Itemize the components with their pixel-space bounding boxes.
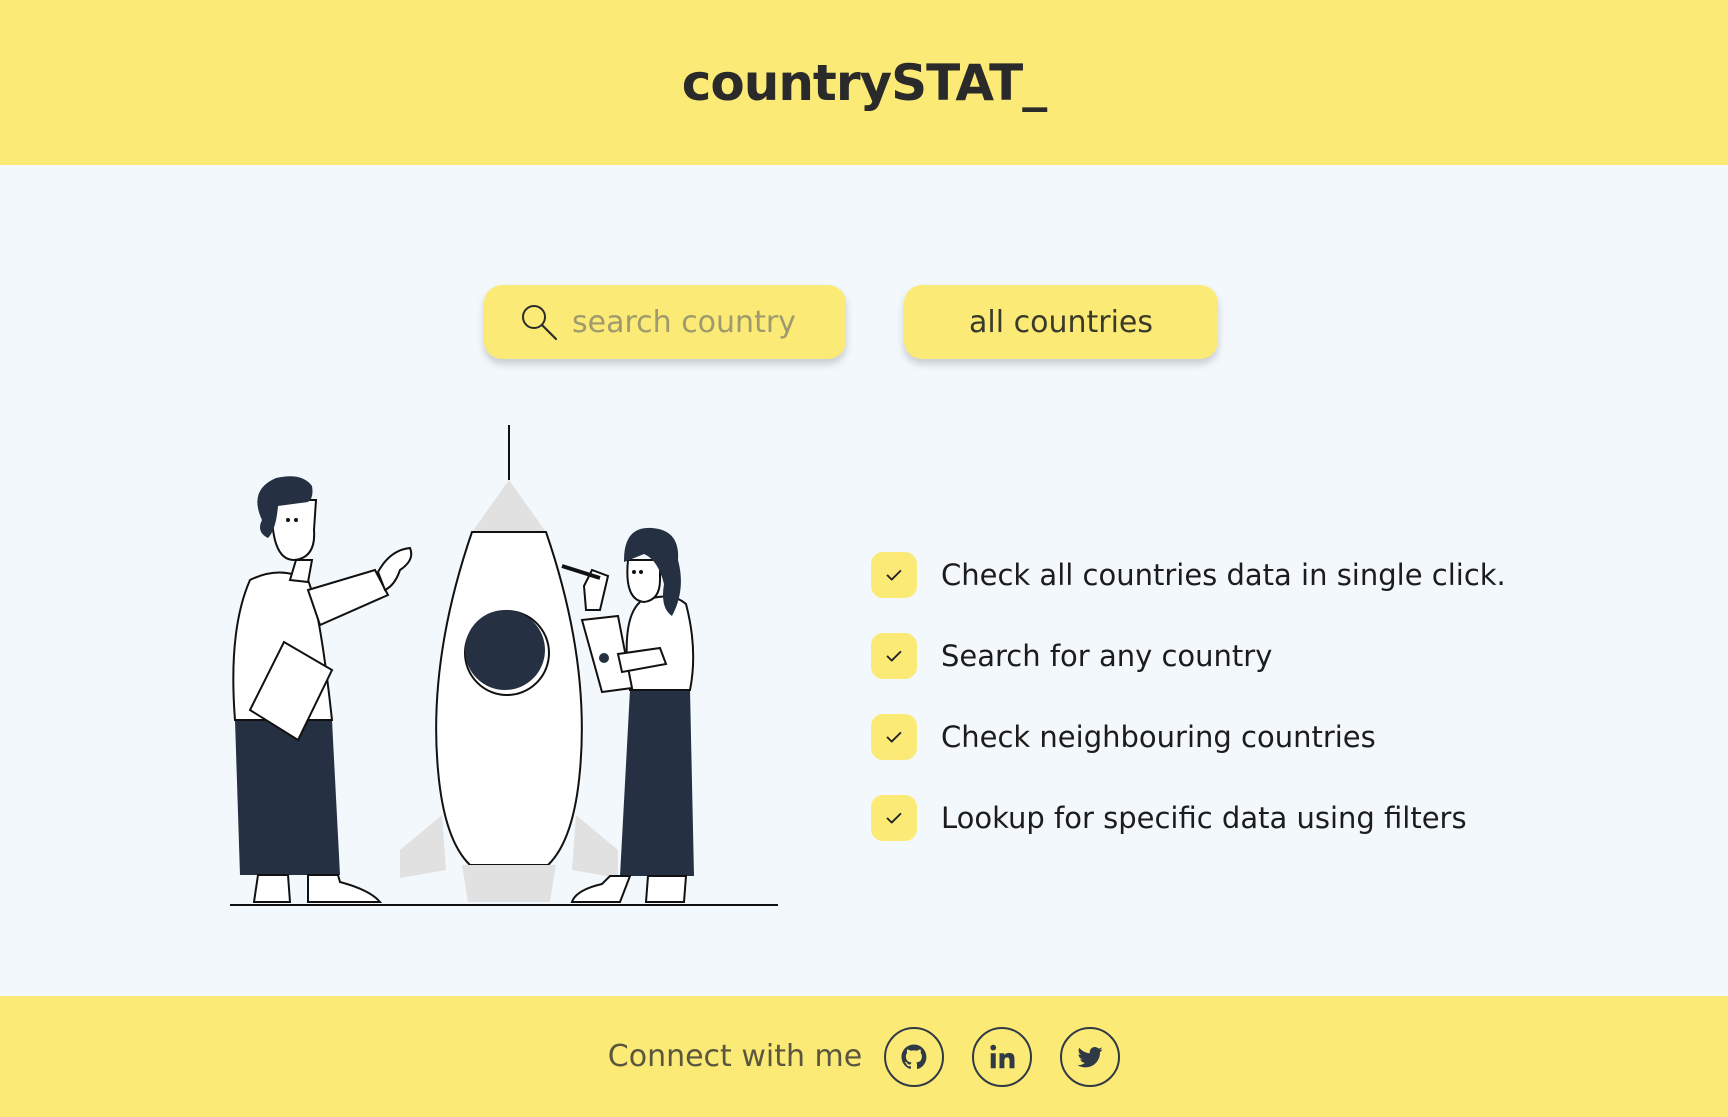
check-icon	[871, 795, 917, 841]
feature-text: Check all countries data in single click…	[941, 558, 1506, 592]
search-icon	[522, 305, 558, 341]
check-icon	[871, 633, 917, 679]
feature-list: Check all countries data in single click…	[871, 552, 1506, 876]
brand-title: countrySTAT_	[681, 53, 1047, 112]
twitter-icon	[1077, 1046, 1103, 1067]
app-header: countrySTAT_	[0, 0, 1728, 165]
connect-label: Connect with me	[607, 1039, 863, 1074]
search-box[interactable]	[484, 285, 846, 359]
feature-item: Check neighbouring countries	[871, 714, 1506, 760]
controls-row: all countries	[0, 285, 1728, 359]
feature-item: Lookup for specific data using filters	[871, 795, 1506, 841]
search-input[interactable]	[572, 304, 822, 340]
feature-item: Check all countries data in single click…	[871, 552, 1506, 598]
check-icon	[871, 552, 917, 598]
rocket-illustration	[230, 425, 778, 906]
linkedin-link[interactable]	[972, 1026, 1033, 1087]
feature-text: Check neighbouring countries	[941, 720, 1376, 754]
app-footer: Connect with me	[0, 996, 1728, 1117]
all-countries-button[interactable]: all countries	[904, 285, 1218, 359]
twitter-link[interactable]	[1060, 1026, 1121, 1087]
check-icon	[871, 714, 917, 760]
github-link[interactable]	[884, 1026, 945, 1087]
linkedin-icon	[990, 1044, 1015, 1068]
feature-text: Lookup for specific data using filters	[941, 801, 1467, 835]
github-icon	[901, 1044, 927, 1069]
feature-text: Search for any country	[941, 639, 1273, 673]
feature-item: Search for any country	[871, 633, 1506, 679]
